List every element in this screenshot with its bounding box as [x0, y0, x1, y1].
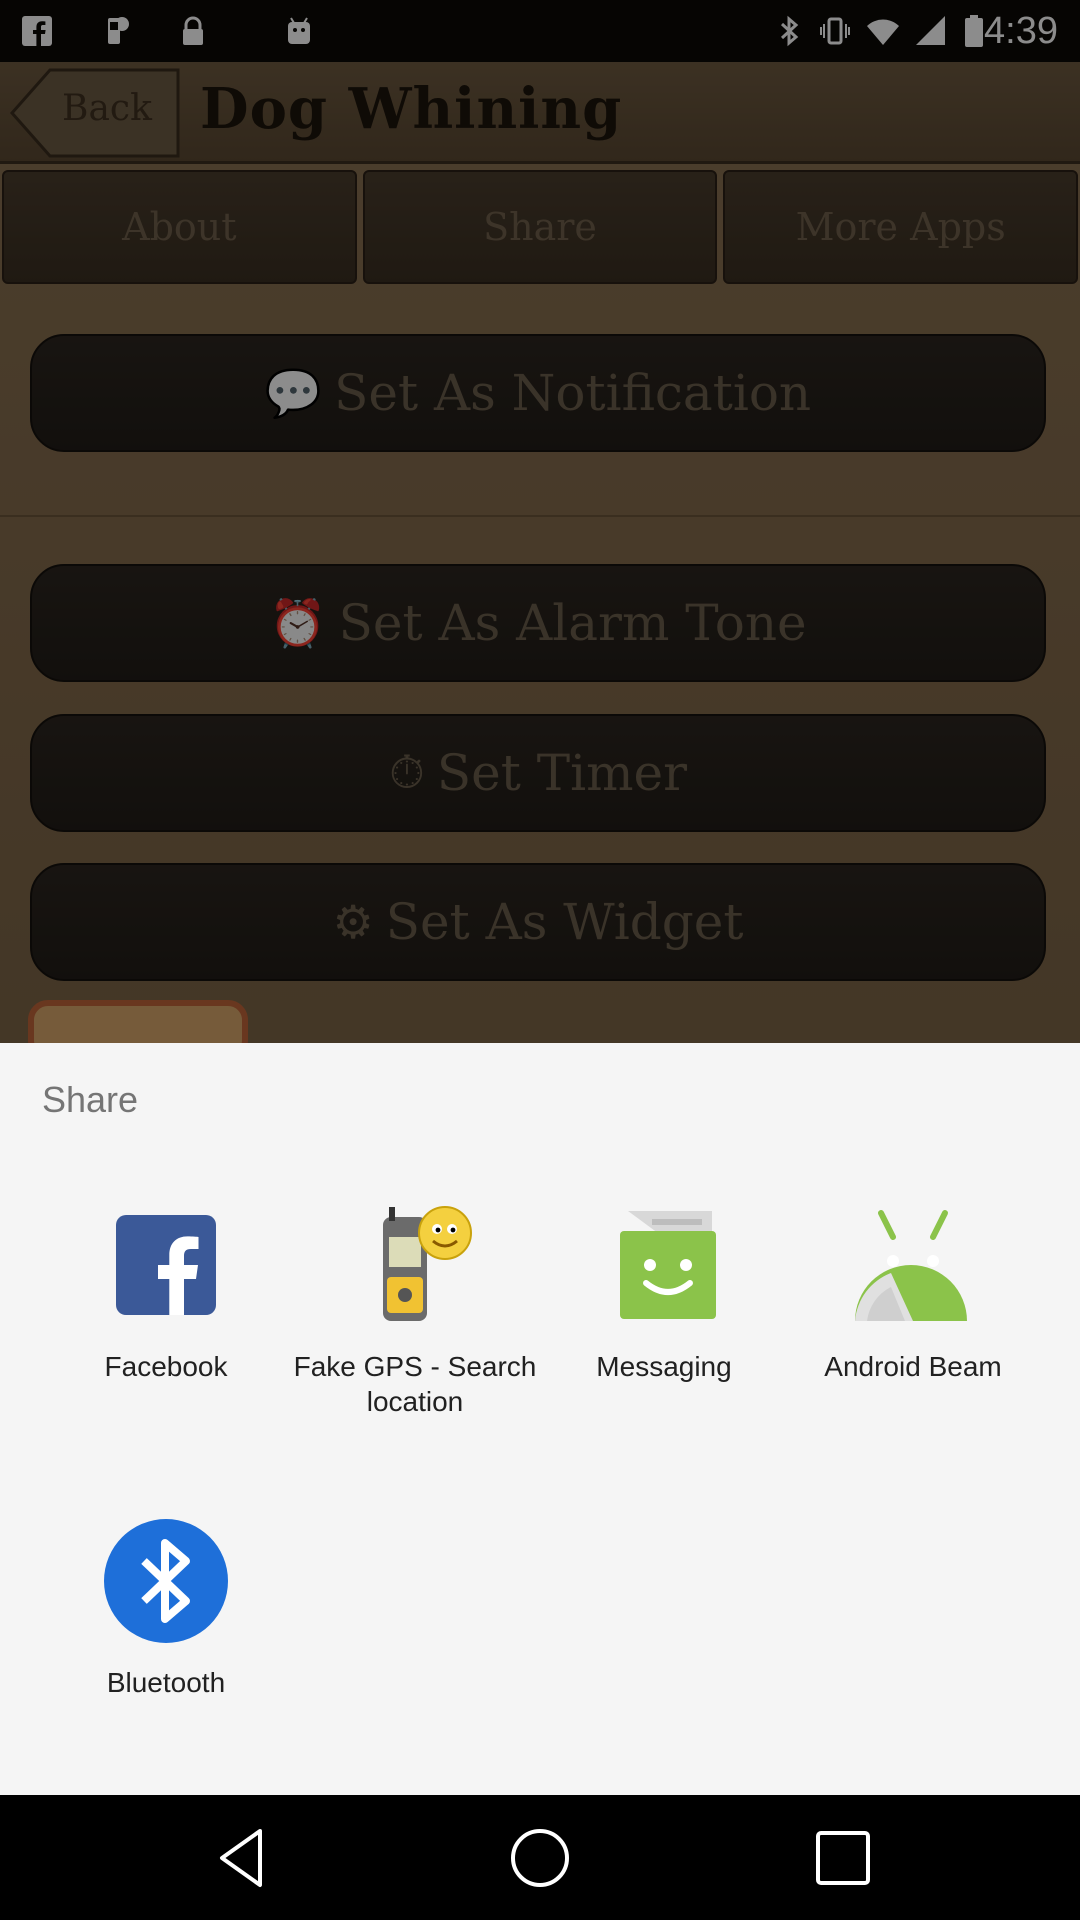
dim-overlay[interactable] [0, 0, 1080, 1043]
facebook-icon [104, 1203, 228, 1327]
android-beam-icon [851, 1203, 975, 1327]
share-target-label: Messaging [596, 1351, 732, 1382]
share-target-bluetooth[interactable]: Bluetooth [41, 1519, 291, 1700]
share-target-label: Bluetooth [106, 1667, 226, 1698]
share-sheet-title: Share [42, 1079, 139, 1120]
fake-gps-icon [353, 1203, 477, 1327]
share-target-facebook[interactable]: Facebook [41, 1203, 291, 1384]
messaging-icon [602, 1203, 726, 1327]
share-sheet: Share Facebook Fake GPS - Search locatio… [0, 1043, 1080, 1795]
share-target-label: Facebook [104, 1351, 228, 1382]
share-target-label: Android Beam [824, 1351, 1002, 1382]
back-nav-icon[interactable] [210, 1825, 276, 1891]
recents-nav-icon[interactable] [810, 1825, 876, 1891]
background-app: 4:39 Back Dog Whining About Share More A… [0, 0, 1080, 1043]
share-target-label: Fake GPS - Search location [293, 1351, 537, 1417]
share-target-fake-gps[interactable]: Fake GPS - Search location [290, 1203, 540, 1419]
share-target-android-beam[interactable]: Android Beam [788, 1203, 1038, 1384]
share-target-messaging[interactable]: Messaging [539, 1203, 789, 1384]
home-nav-icon[interactable] [507, 1825, 573, 1891]
navigation-bar [0, 1795, 1080, 1920]
bluetooth-icon [104, 1519, 228, 1643]
